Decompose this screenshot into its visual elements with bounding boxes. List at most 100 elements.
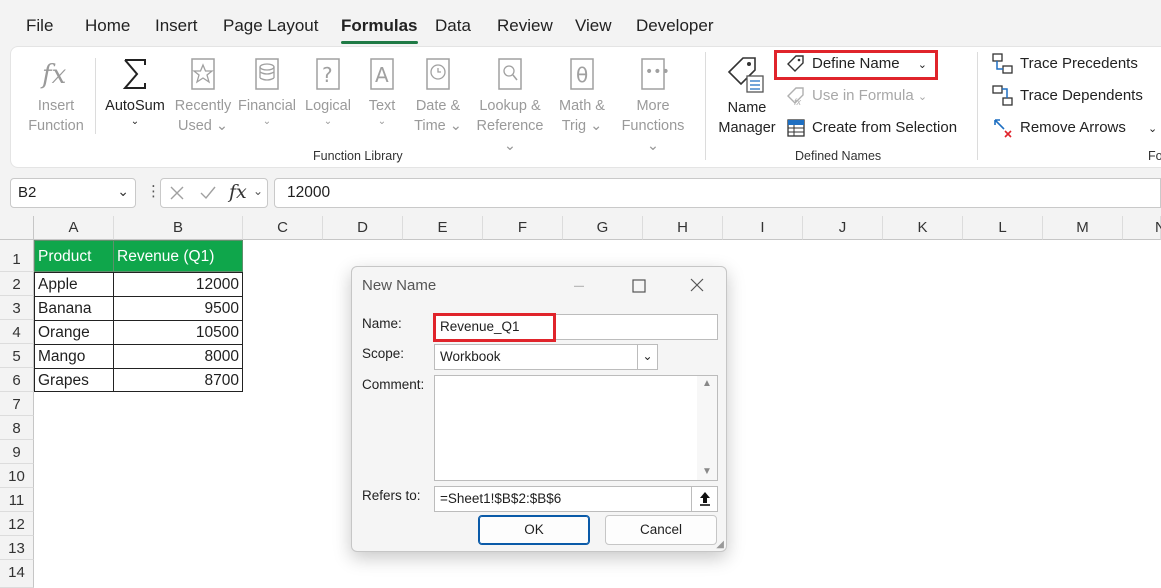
- row-header-7[interactable]: 7: [0, 392, 34, 416]
- column-header-m[interactable]: M: [1043, 216, 1123, 240]
- column-header-d[interactable]: D: [323, 216, 403, 240]
- math-trig-button[interactable]: θ Math & Trig ⌄: [552, 56, 612, 136]
- row-header-14[interactable]: 14: [0, 560, 34, 588]
- cancel-button[interactable]: Cancel: [605, 515, 717, 545]
- tab-file[interactable]: File: [26, 16, 53, 36]
- row-header-1[interactable]: 1: [0, 240, 34, 272]
- financial-button[interactable]: Financial ⌄: [236, 56, 298, 128]
- maximize-icon[interactable]: [632, 279, 646, 293]
- insert-function-button[interactable]: fx Insert Function: [24, 56, 88, 136]
- tab-formulas[interactable]: Formulas: [341, 16, 418, 44]
- tab-developer[interactable]: Developer: [636, 16, 714, 36]
- scope-select[interactable]: Workbook ⌄: [434, 344, 658, 370]
- lookup-reference-button[interactable]: Lookup & Reference ⌄: [470, 56, 550, 156]
- row-header-8[interactable]: 8: [0, 416, 34, 440]
- column-header-n[interactable]: N: [1123, 216, 1161, 240]
- column-header-c[interactable]: C: [243, 216, 323, 240]
- resize-grip-icon[interactable]: ◢: [716, 539, 724, 550]
- remove-arrows-button[interactable]: Remove Arrows ⌄: [992, 116, 1157, 140]
- fx-icon: fx: [40, 60, 67, 90]
- column-header-e[interactable]: E: [403, 216, 483, 240]
- column-header-l[interactable]: L: [963, 216, 1043, 240]
- table-cell[interactable]: 8700: [113, 368, 243, 392]
- ok-button[interactable]: OK: [478, 515, 590, 545]
- close-icon[interactable]: [690, 278, 704, 292]
- table-cell[interactable]: Mango: [34, 344, 114, 369]
- table-cell[interactable]: Orange: [34, 320, 114, 345]
- autosum-button[interactable]: AutoSum ⌄: [102, 56, 168, 128]
- trace-dependents-button[interactable]: Trace Dependents: [992, 84, 1143, 108]
- more-functions-button[interactable]: ••• More Functions ⌄: [614, 56, 692, 156]
- column-header-k[interactable]: K: [883, 216, 963, 240]
- chevron-down-icon: ⌄: [253, 184, 264, 198]
- comment-scrollbar[interactable]: ▲ ▼: [697, 376, 717, 480]
- row-header-2[interactable]: 2: [0, 272, 34, 296]
- tab-page-layout[interactable]: Page Layout: [223, 16, 318, 36]
- row-header-11[interactable]: 11: [0, 488, 34, 512]
- row-header-13[interactable]: 13: [0, 536, 34, 560]
- name-manager-button[interactable]: Name Manager: [714, 54, 780, 138]
- more-options-icon[interactable]: ⋮: [146, 182, 161, 200]
- trace-precedents-button[interactable]: Trace Precedents: [992, 52, 1138, 76]
- tag-fx-icon: fx: [787, 87, 804, 107]
- tab-insert[interactable]: Insert: [155, 16, 198, 36]
- scroll-down-icon[interactable]: ▼: [702, 466, 712, 477]
- table-cell[interactable]: Grapes: [34, 368, 114, 392]
- tab-view[interactable]: View: [575, 16, 612, 36]
- insert-function-icon[interactable]: fx: [229, 181, 247, 203]
- column-header-g[interactable]: G: [563, 216, 643, 240]
- chevron-down-icon[interactable]: ⌄: [637, 344, 657, 370]
- formula-input[interactable]: 12000: [274, 178, 1161, 208]
- table-header-cell[interactable]: Revenue (Q1): [113, 240, 243, 272]
- row-header-10[interactable]: 10: [0, 464, 34, 488]
- refers-to-field[interactable]: =Sheet1!$B$2:$B$6: [434, 486, 718, 512]
- table-cell[interactable]: Apple: [34, 272, 114, 297]
- table-cell[interactable]: 12000: [113, 272, 243, 297]
- row-header-3[interactable]: 3: [0, 296, 34, 320]
- text-button[interactable]: A Text ⌄: [360, 56, 404, 128]
- date-time-button[interactable]: Date & Time ⌄: [408, 56, 468, 136]
- tab-home[interactable]: Home: [85, 16, 130, 36]
- text-book-icon: A: [370, 58, 394, 90]
- table-cell[interactable]: 8000: [113, 344, 243, 369]
- select-all-corner[interactable]: [0, 216, 34, 240]
- row-header-12[interactable]: 12: [0, 512, 34, 536]
- name-box[interactable]: B2 ⌄: [10, 178, 136, 208]
- table-cell[interactable]: 10500: [113, 320, 243, 345]
- column-header-i[interactable]: I: [723, 216, 803, 240]
- comment-textarea[interactable]: ▲ ▼: [434, 375, 718, 481]
- row-header-4[interactable]: 4: [0, 320, 34, 344]
- dialog-title: New Name: [362, 277, 437, 294]
- cancel-entry-icon[interactable]: [169, 185, 185, 201]
- question-book-icon: ?: [316, 58, 340, 90]
- coins-book-icon: [255, 58, 279, 90]
- scroll-up-icon[interactable]: ▲: [702, 378, 712, 389]
- table-header-cell[interactable]: Product: [34, 240, 114, 272]
- column-header-j[interactable]: J: [803, 216, 883, 240]
- row-header-6[interactable]: 6: [0, 368, 34, 392]
- confirm-entry-icon[interactable]: [199, 185, 217, 201]
- column-header-a[interactable]: A: [34, 216, 114, 240]
- upload-arrow-icon: [699, 492, 710, 506]
- use-in-formula-button[interactable]: fx Use in Formula ⌄: [786, 84, 927, 108]
- row-header-5[interactable]: 5: [0, 344, 34, 368]
- column-header-b[interactable]: B: [114, 216, 243, 240]
- minimize-icon: –: [574, 275, 585, 295]
- column-header-f[interactable]: F: [483, 216, 563, 240]
- tab-data[interactable]: Data: [435, 16, 471, 36]
- refers-to-label: Refers to:: [362, 488, 421, 503]
- tag-list-icon: [727, 57, 764, 93]
- create-from-selection-button[interactable]: Create from Selection: [786, 116, 957, 140]
- tab-review[interactable]: Review: [497, 16, 553, 36]
- table-cell[interactable]: Banana: [34, 296, 114, 321]
- column-header-h[interactable]: H: [643, 216, 723, 240]
- new-name-dialog: New Name – Name: Revenue_Q1 Scope: Workb…: [351, 266, 727, 552]
- chevron-down-icon: ⌄: [117, 183, 129, 199]
- grid-select-icon: [787, 119, 805, 137]
- recently-used-button[interactable]: Recently Used ⌄: [172, 56, 234, 136]
- defined-names-group-label: Defined Names: [795, 149, 882, 163]
- row-header-9[interactable]: 9: [0, 440, 34, 464]
- collapse-dialog-button[interactable]: [691, 486, 717, 512]
- table-cell[interactable]: 9500: [113, 296, 243, 321]
- logical-button[interactable]: ? Logical ⌄: [300, 56, 356, 128]
